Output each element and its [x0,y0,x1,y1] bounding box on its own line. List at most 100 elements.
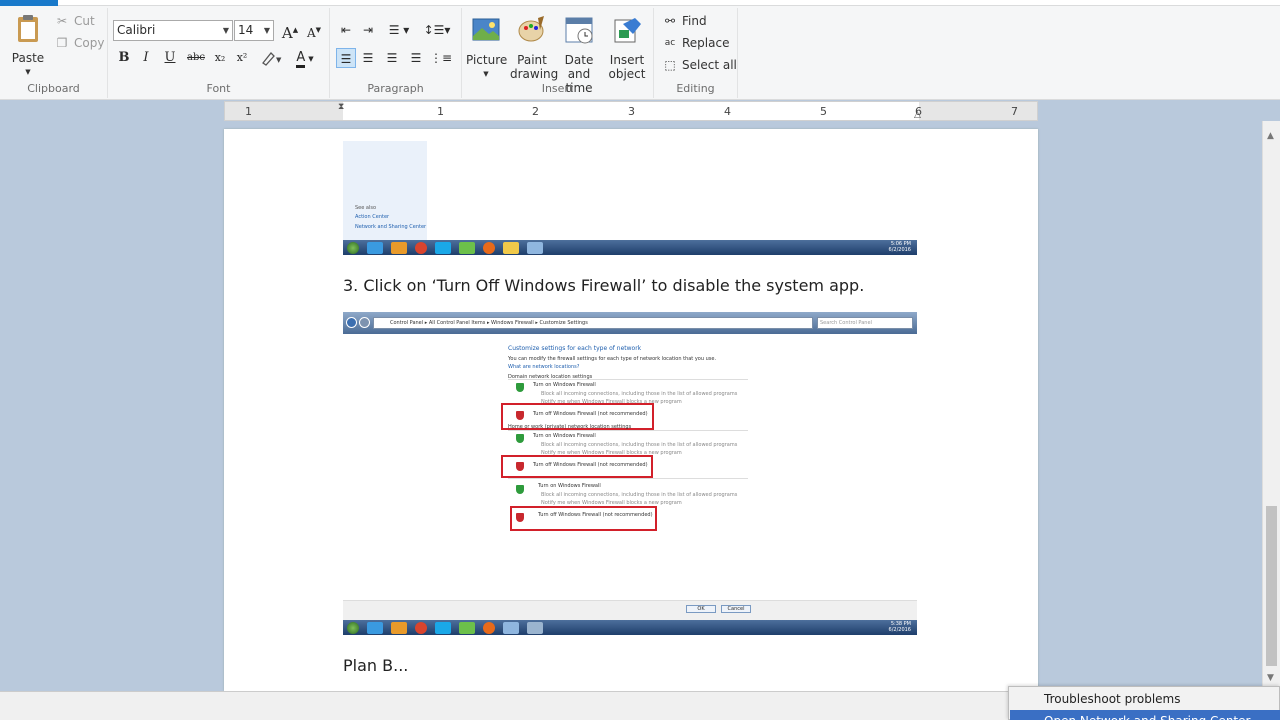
block-option: Block all incoming connections, includin… [541,442,738,448]
copy-icon: ❐ [56,36,68,50]
paste-label: Paste [11,51,45,65]
ruler-tick: 2 [532,105,539,118]
customize-heading: Customize settings for each type of netw… [508,345,642,352]
font-group-label: Font [206,82,231,95]
file-tab[interactable] [0,0,58,6]
clipboard-group: Paste ▼ ✂ Cut ❐ Copy Clipboard [0,8,108,98]
divider [508,478,748,479]
font-size-value: 14 [238,23,254,37]
network-context-menu: Troubleshoot problems Open Network and S… [1008,686,1280,720]
paragraph-group-label: Paragraph [367,82,424,95]
bold-button[interactable]: B [114,48,134,68]
strikethrough-button[interactable]: abc [184,48,208,68]
font-size-combo[interactable]: 14 ▼ [234,20,274,41]
ruler-tick: 1 [245,105,252,118]
document-page[interactable]: See also Action Center Network and Shari… [224,129,1038,691]
scroll-thumb[interactable] [1266,506,1277,666]
paint-palette-icon [518,16,544,42]
select-all-label: Select all [682,58,737,72]
subscript-button[interactable]: x₂ [210,48,230,68]
line-spacing-button[interactable]: ↕☰▾ [422,20,452,40]
scroll-down-icon[interactable]: ▼ [1267,673,1274,683]
firefox-icon [483,621,495,634]
paint-drawing-button[interactable]: Paint drawing [510,14,559,81]
picture-icon [472,18,500,41]
font-group: Calibri ▼ 14 ▼ A▲ A▼ B I U abc x₂ x² ▼ A ▼ … [108,8,330,98]
select-all-button[interactable]: ⬚ Select all [662,58,737,72]
tray-date: 6/2/2016 [888,247,911,253]
green-shield-icon [516,485,524,494]
turn-on-option: Turn on Windows Firewall [533,433,596,439]
right-indent-marker[interactable]: △ [914,110,921,120]
chrome-icon [415,241,427,254]
skype-icon [435,241,451,254]
cut-label: Cut [74,14,95,28]
tray-clock: 5:38 PM 6/2/2016 [889,621,911,633]
grow-font-label: A [281,24,293,42]
monitor-icon [527,241,543,254]
turn-on-option: Turn on Windows Firewall [538,483,601,489]
vertical-scrollbar[interactable]: ▲ ▼ [1262,121,1280,691]
font-color-label: A [296,50,306,68]
picture-button[interactable]: Picture ▼ [466,14,508,81]
paste-button[interactable]: Paste ▼ [8,12,48,79]
embedded-screenshot-2[interactable]: Control Panel ▸ All Control Panel Items … [343,312,917,635]
align-left-button[interactable]: ☰ [336,48,356,68]
object-icon [614,18,641,43]
tray-clock: 5:06 PM 6/2/2016 [889,241,911,253]
highlight-button[interactable]: ▼ [258,48,284,68]
align-center-button[interactable]: ☰ [358,48,378,68]
copy-label: Copy [74,36,105,50]
green-shield-icon [516,434,524,443]
open-network-sharing-center-item[interactable]: Open Network and Sharing Center [1010,710,1280,720]
calendar-icon [565,17,593,44]
shrink-font-button[interactable]: A▼ [304,20,324,40]
chevron-down-icon: ▼ [308,55,314,63]
turn-on-option: Turn on Windows Firewall [533,382,596,388]
replace-button[interactable]: ac Replace [662,36,730,50]
bullets-button[interactable]: ☰ ▾ [384,20,414,40]
tab-strip [58,0,1280,6]
insert-object-button[interactable]: Insert object [606,14,648,81]
insert-object-label: Insert object [608,53,646,81]
see-also-label: See also [355,205,377,211]
decrease-indent-button[interactable]: ⇤ [336,20,356,40]
forward-icon [359,317,370,328]
picture-label: Picture [466,53,508,67]
app-icon [459,621,475,634]
step-3-text[interactable]: 3. Click on ‘Turn Off Windows Firewall’ … [343,276,864,295]
underline-button[interactable]: U [160,48,180,68]
plan-b-text[interactable]: Plan B... [343,656,408,675]
find-button[interactable]: ⚯ Find [662,14,707,28]
binoculars-icon: ⚯ [664,14,676,28]
ruler-tick: 3 [628,105,635,118]
increase-indent-button[interactable]: ⇥ [358,20,378,40]
divider [508,430,748,431]
scissors-icon: ✂ [56,14,68,28]
grow-font-button[interactable]: A▲ [280,20,300,42]
embedded-screenshot-1[interactable]: See also Action Center Network and Shari… [343,141,917,255]
bullet-list-icon: ☰ ▾ [388,23,410,37]
ruler-tick: 5 [820,105,827,118]
ruler-margin-right [919,102,1037,120]
align-right-button[interactable]: ☰ [382,48,402,68]
font-color-button[interactable]: A ▼ [290,48,320,68]
font-family-combo[interactable]: Calibri ▼ [113,20,233,41]
ruler[interactable]: 1 1 2 3 4 5 6 7 ⧗ △ [224,101,1038,121]
block-option: Block all incoming connections, includin… [541,492,738,498]
ribbon: Paste ▼ ✂ Cut ❐ Copy Clipboard Calibri ▼ 14… [0,0,1280,100]
copy-button[interactable]: ❐ Copy [54,36,105,50]
left-indent-marker[interactable]: ⧗ [338,102,344,112]
scroll-up-icon[interactable]: ▲ [1267,131,1274,141]
paint-drawing-label: Paint drawing [510,53,559,81]
ruler-margin-left [225,102,343,120]
red-highlight-box [501,455,653,478]
italic-button[interactable]: I [136,48,156,68]
justify-button[interactable]: ☰ [406,48,426,68]
superscript-button[interactable]: x² [232,48,252,68]
paragraph-button[interactable]: ⋮≡ [430,48,453,68]
troubleshoot-problems-item[interactable]: Troubleshoot problems [1010,688,1280,710]
block-option: Block all incoming connections, includin… [541,391,738,397]
paragraph-icon: ⋮≡ [430,51,453,65]
cut-button[interactable]: ✂ Cut [54,14,95,28]
